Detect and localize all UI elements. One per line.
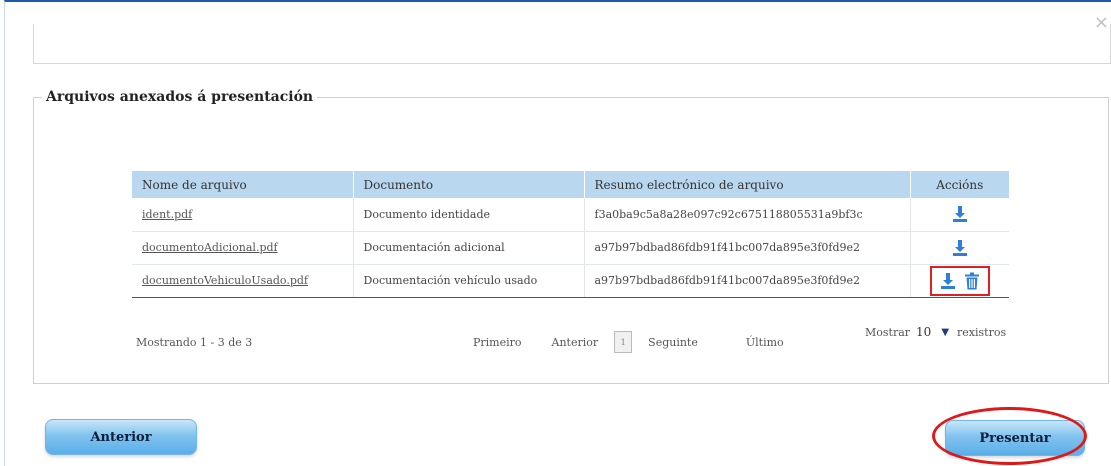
attachments-fieldset: Arquivos anexados á presentación Nome de… (33, 89, 1109, 384)
download-icon[interactable] (952, 205, 968, 223)
row-actions (946, 234, 974, 262)
table-header-row: Nome de arquivo Documento Resumo electró… (132, 171, 1009, 198)
table-row: documentoVehiculoUsado.pdf Documentación… (132, 264, 1009, 298)
previous-page-link[interactable]: Anterior (552, 336, 599, 349)
document-cell: Documentación vehículo usado (353, 264, 585, 298)
actions-cell (910, 198, 1009, 232)
actions-cell (910, 231, 1009, 265)
column-header-actions: Accións (910, 171, 1009, 198)
file-name-cell: ident.pdf (132, 198, 354, 232)
current-page-button[interactable]: 1 (614, 331, 633, 353)
document-cell: Documento identidade (353, 198, 585, 232)
download-icon[interactable] (940, 272, 956, 290)
next-page-link[interactable]: Seguinte (648, 336, 698, 349)
previous-button[interactable]: Anterior (45, 419, 197, 455)
hash-cell: a97b97bdbad86fdb91f41bc007da895e3f0fd9e2 (584, 231, 911, 265)
file-link[interactable]: documentoVehiculoUsado.pdf (142, 274, 308, 287)
first-page-link[interactable]: Primeiro (473, 336, 522, 349)
column-header-document: Documento (353, 171, 585, 198)
pagination-bar: Mostrando 1 - 3 de 3 Primeiro Anterior 1… (34, 325, 1110, 361)
table-row: ident.pdf Documento identidade f3a0ba9c5… (132, 198, 1009, 232)
file-link[interactable]: ident.pdf (142, 208, 192, 221)
row-actions (946, 200, 974, 228)
download-icon[interactable] (952, 239, 968, 257)
table-row: documentoAdicional.pdf Documentación adi… (132, 231, 1009, 265)
pager: Primeiro Anterior 1 Seguinte Último (473, 331, 784, 353)
records-summary: Mostrando 1 - 3 de 3 (136, 336, 253, 349)
hash-cell: f3a0ba9c5a8a28e097c92c675118805531a9bf3c (584, 198, 911, 232)
upper-panel (33, 24, 1111, 64)
hash-cell: a97b97bdbad86fdb91f41bc007da895e3f0fd9e2 (584, 264, 911, 298)
page-size-control: Mostrar 10 ▼ rexistros (865, 325, 1006, 339)
document-cell: Documentación adicional (353, 231, 585, 265)
file-name-cell: documentoVehiculoUsado.pdf (132, 264, 354, 298)
chevron-down-icon[interactable]: ▼ (941, 327, 949, 338)
row-actions-highlighted (929, 265, 990, 296)
modal-dialog: × Arquivos anexados á presentación Nome … (4, 0, 1111, 466)
trash-icon[interactable] (964, 272, 980, 290)
column-header-filename: Nome de arquivo (132, 171, 354, 198)
show-label: Mostrar (865, 325, 911, 339)
attachments-table: Nome de arquivo Documento Resumo electró… (132, 171, 1009, 298)
file-link[interactable]: documentoAdicional.pdf (142, 241, 278, 254)
file-name-cell: documentoAdicional.pdf (132, 231, 354, 265)
last-page-link[interactable]: Último (746, 336, 784, 349)
attachments-legend: Arquivos anexados á presentación (46, 89, 314, 105)
column-header-hash: Resumo electrónico de arquivo (584, 171, 911, 198)
records-label: rexistros (957, 325, 1007, 339)
submit-button[interactable]: Presentar (945, 420, 1085, 456)
page-size-select[interactable]: 10 (916, 325, 931, 339)
actions-cell (910, 264, 1009, 298)
